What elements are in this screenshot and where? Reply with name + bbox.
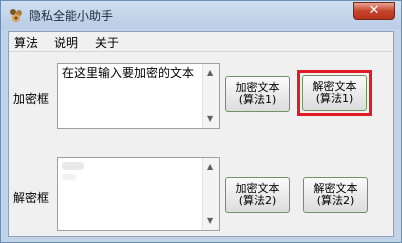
encrypt-scrollbar[interactable]: ▲ ▼ <box>202 64 219 128</box>
encrypt-algo2-button[interactable]: 加密文本 (算法2) <box>225 177 290 213</box>
encrypt-algo2-line2: (算法2) <box>238 194 277 207</box>
encrypt-box-label: 加密框 <box>13 92 50 106</box>
menu-about[interactable]: 关于 <box>95 34 119 51</box>
app-icon <box>10 9 22 22</box>
encrypt-algo1-line2: (算法1) <box>238 93 277 106</box>
menu-bar: 算法 说明 关于 <box>9 32 393 52</box>
window-title: 隐私全能小助手 <box>29 9 114 23</box>
scroll-down-arrow-icon[interactable]: ▼ <box>207 217 213 225</box>
decrypt-box-label: 解密框 <box>13 191 50 205</box>
menu-instructions[interactable]: 说明 <box>54 34 78 51</box>
encrypt-algo1-button[interactable]: 加密文本 (算法1) <box>225 76 290 112</box>
close-icon: ✕ <box>368 3 380 18</box>
client-area: 算法 说明 关于 加密框 在这里输入要加密的文本 ▲ ▼ 加密文本 (算法1) … <box>8 31 394 237</box>
decrypt-textarea[interactable]: ▲ ▼ <box>57 157 220 231</box>
menu-algorithm[interactable]: 算法 <box>14 34 38 51</box>
decrypt-scrollbar[interactable]: ▲ ▼ <box>202 158 219 230</box>
scroll-up-arrow-icon[interactable]: ▲ <box>207 163 213 171</box>
decrypt-algo2-button[interactable]: 解密文本 (算法2) <box>303 177 368 213</box>
blurred-content <box>62 162 84 170</box>
decrypt-algo2-line2: (算法2) <box>316 194 355 207</box>
scroll-up-arrow-icon[interactable]: ▲ <box>207 69 213 77</box>
blurred-content <box>62 174 76 180</box>
title-bar: 隐私全能小助手 ✕ <box>1 1 401 29</box>
scroll-down-arrow-icon[interactable]: ▼ <box>207 115 213 123</box>
encrypt-textarea[interactable]: 在这里输入要加密的文本 ▲ ▼ <box>57 63 220 129</box>
close-button[interactable]: ✕ <box>353 2 395 20</box>
app-window: 隐私全能小助手 ✕ 算法 说明 关于 加密框 在这里输入要加密的文本 ▲ ▼ 加… <box>0 0 402 243</box>
decrypt-algo1-button[interactable]: 解密文本 (算法1) <box>302 75 367 111</box>
decrypt-algo1-line2: (算法1) <box>315 92 354 105</box>
encrypt-text: 在这里输入要加密的文本 <box>62 66 195 80</box>
